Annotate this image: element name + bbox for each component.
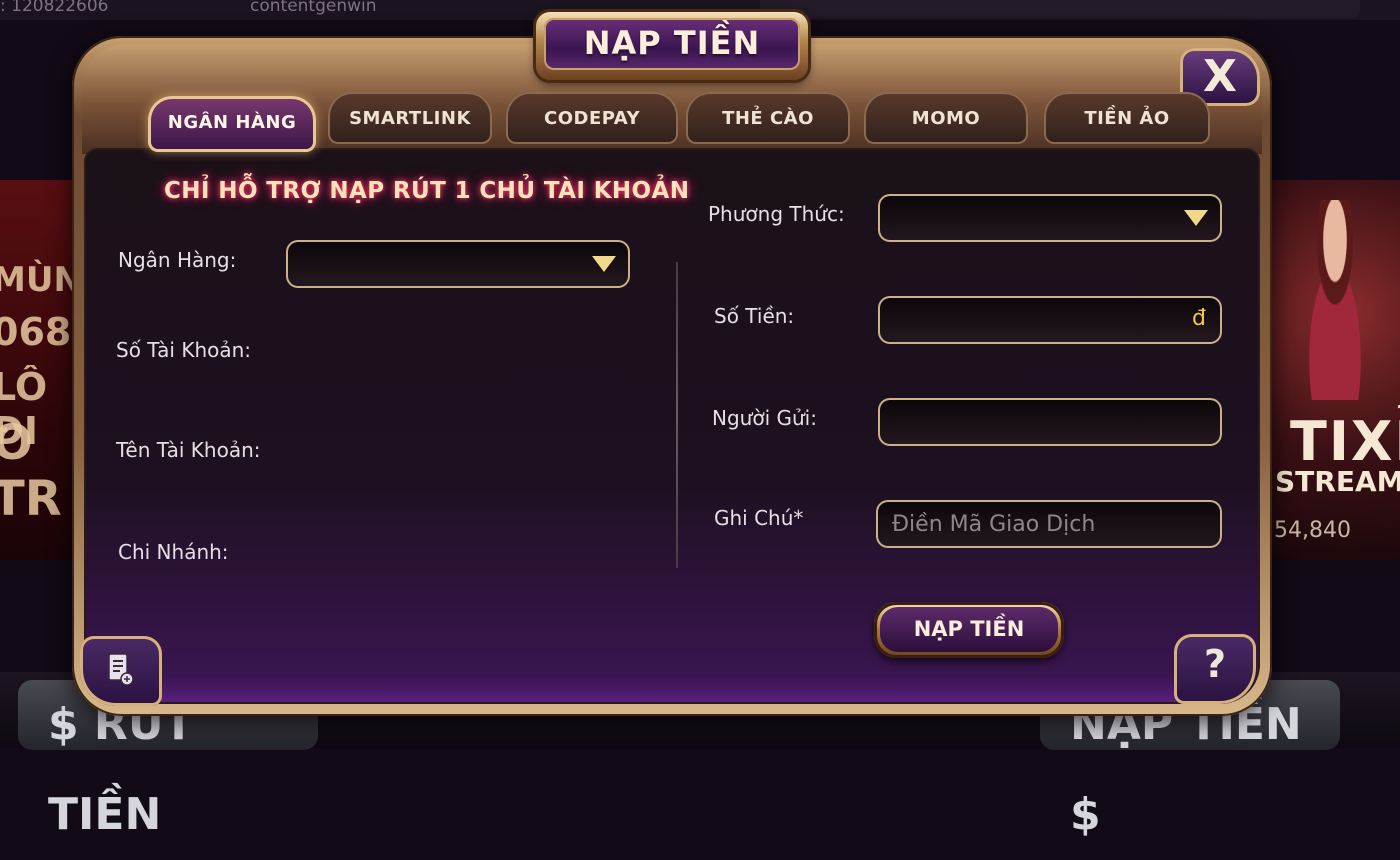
- document-history-icon: [108, 653, 134, 686]
- note-label: Ghi Chú*: [714, 506, 804, 530]
- submit-deposit-label: NẠP TIỀN: [880, 607, 1058, 652]
- chevron-down-icon: [592, 256, 616, 272]
- tab-codepay[interactable]: CODEPAY: [506, 92, 678, 144]
- amount-label: Số Tiền:: [714, 304, 795, 328]
- right-banner-title: TIXỈU: [1290, 410, 1400, 473]
- close-icon: X: [1203, 51, 1237, 102]
- amount-input[interactable]: đ: [878, 296, 1222, 344]
- account-id: : 120822606: [0, 0, 109, 16]
- account-number-label: Số Tài Khoản:: [116, 338, 252, 362]
- account-name-label: Tên Tài Khoản:: [116, 438, 261, 462]
- column-divider: [676, 262, 678, 568]
- single-account-notice: CHỈ HỖ TRỢ NẠP RÚT 1 CHỦ TÀI KHOẢN: [164, 178, 690, 204]
- history-button[interactable]: [80, 636, 162, 706]
- dialog-title-plate: NẠP TIỀN: [536, 12, 808, 80]
- sender-label: Người Gửi:: [712, 406, 817, 430]
- right-banner-subtitle: STREAM: [1275, 465, 1400, 498]
- tab-the-cao[interactable]: THẺ CÀO: [686, 92, 850, 144]
- right-promo-banner[interactable]: TIXỈU STREAM 54,840: [1270, 180, 1400, 560]
- tab-ngan-hang[interactable]: NGÂN HÀNG: [148, 96, 316, 152]
- branch-label: Chi Nhánh:: [118, 540, 229, 564]
- dialog-title: NẠP TIỀN: [583, 24, 761, 62]
- presenter-image: [1290, 200, 1380, 400]
- method-select[interactable]: [878, 194, 1222, 242]
- tab-smartlink[interactable]: SMARTLINK: [328, 92, 492, 144]
- bank-select[interactable]: [286, 240, 630, 288]
- tab-momo[interactable]: MOMO: [864, 92, 1028, 144]
- tab-tien-ao[interactable]: TIỀN ẢO: [1044, 92, 1210, 144]
- background-top-box: [760, 0, 1360, 18]
- note-input[interactable]: Điền Mã Giao Dịch: [876, 500, 1222, 548]
- help-button[interactable]: ?: [1174, 634, 1256, 704]
- sender-input[interactable]: [878, 398, 1222, 446]
- note-placeholder: Điền Mã Giao Dịch: [892, 512, 1096, 537]
- bank-label: Ngân Hàng:: [118, 248, 237, 272]
- username: contentgenwin: [250, 0, 377, 16]
- currency-symbol: đ: [1192, 306, 1206, 331]
- submit-deposit-button[interactable]: NẠP TIỀN: [874, 602, 1064, 658]
- right-banner-counter: 54,840: [1274, 518, 1351, 543]
- chevron-down-icon: [1184, 210, 1208, 226]
- method-label: Phương Thức:: [708, 202, 845, 226]
- help-icon: ?: [1203, 642, 1227, 686]
